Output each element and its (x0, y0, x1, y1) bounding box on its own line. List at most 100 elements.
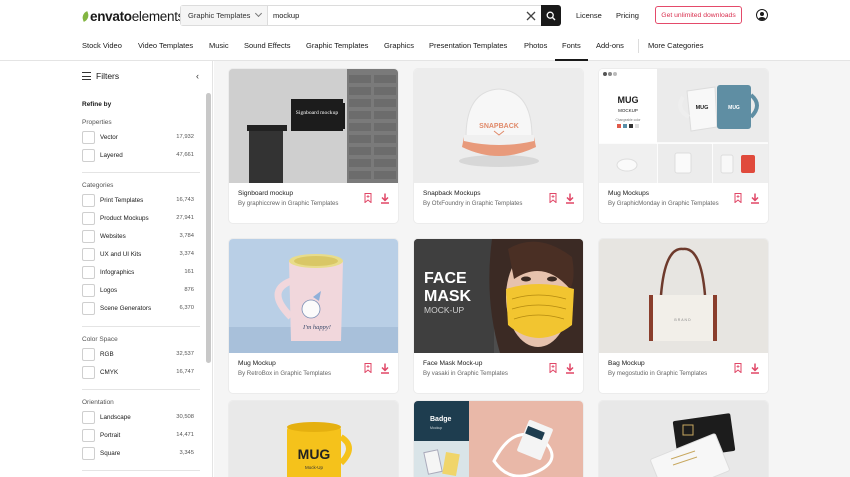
filter-option-print-templates[interactable]: Print Templates 16,743 (82, 194, 194, 207)
card-thumbnail[interactable] (599, 401, 768, 477)
card-title[interactable]: Mug Mockup (238, 360, 276, 367)
pricing-link[interactable]: Pricing (616, 11, 639, 20)
nav-graphics[interactable]: Graphics (384, 41, 414, 50)
filter-option-portrait[interactable]: Portrait 14,471 (82, 429, 194, 442)
filter-option-vector[interactable]: Vector 17,932 (82, 131, 194, 144)
search-input[interactable] (268, 6, 521, 25)
card-title[interactable]: Snapback Mockups (423, 190, 481, 197)
card-thumbnail[interactable]: Badge Mockup (414, 401, 583, 477)
checkbox[interactable] (82, 212, 95, 225)
card-byline[interactable]: By vasaki in Graphic Templates (423, 370, 538, 379)
download-icon[interactable] (750, 193, 760, 204)
checkbox[interactable] (82, 429, 95, 442)
nav-video-templates[interactable]: Video Templates (138, 41, 193, 50)
bookmark-icon[interactable] (364, 363, 372, 373)
license-link[interactable]: License (576, 11, 602, 20)
nav-more-categories[interactable]: More Categories (648, 41, 703, 50)
result-card[interactable]: I'm happy! Mug Mockup By RetroBox in Gra… (229, 239, 398, 393)
card-title[interactable]: Mug Mockups (608, 190, 649, 197)
card-thumbnail[interactable]: BRAND (599, 239, 768, 353)
search-button[interactable] (541, 5, 561, 26)
filter-option-landscape[interactable]: Landscape 30,508 (82, 411, 194, 424)
result-card[interactable]: Signboard mockup Signboard mockup By gra… (229, 69, 398, 223)
card-title[interactable]: Face Mask Mock-up (423, 360, 482, 367)
checkbox[interactable] (82, 149, 95, 162)
filter-option-websites[interactable]: Websites 3,784 (82, 230, 194, 243)
checkbox[interactable] (82, 248, 95, 261)
bookmark-icon[interactable] (734, 193, 742, 203)
checkbox[interactable] (82, 411, 95, 424)
card-byline[interactable]: By GraphicMonday in Graphic Templates (608, 200, 723, 209)
card-thumbnail[interactable]: FACE MASK MOCK-UP (414, 239, 583, 353)
sidebar-scrollbar[interactable] (206, 93, 211, 363)
checkbox[interactable] (82, 131, 95, 144)
nav-photos[interactable]: Photos (524, 41, 547, 50)
nav-fonts[interactable]: Fonts (562, 41, 581, 50)
result-card[interactable]: FACE MASK MOCK-UP Face Mask Mock-up By v… (414, 239, 583, 393)
result-card[interactable] (599, 401, 768, 477)
card-thumbnail[interactable]: SNAPBACK (414, 69, 583, 183)
checkbox[interactable] (82, 266, 95, 279)
thumb-text: MUG (298, 446, 331, 462)
filter-option-layered[interactable]: Layered 47,661 (82, 149, 194, 162)
result-card[interactable]: MUG Mock-Up (229, 401, 398, 477)
checkbox[interactable] (82, 230, 95, 243)
filter-count: 27,941 (176, 215, 194, 221)
card-byline[interactable]: By megostudio in Graphic Templates (608, 370, 723, 379)
filter-option-scene-generators[interactable]: Scene Generators 6,370 (82, 302, 194, 315)
card-byline[interactable]: By graphiccrew in Graphic Templates (238, 200, 353, 209)
download-icon[interactable] (750, 363, 760, 374)
bookmark-icon[interactable] (549, 363, 557, 373)
filter-option-product-mockups[interactable]: Product Mockups 27,941 (82, 212, 194, 225)
card-thumbnail[interactable]: MUG MOCKUP Changeable color MUG MUG (599, 69, 768, 183)
section-title-color-space: Color Space (82, 336, 118, 343)
bookmark-icon[interactable] (364, 193, 372, 203)
filter-option-rgb[interactable]: RGB 32,537 (82, 348, 194, 361)
get-unlimited-downloads-button[interactable]: Get unlimited downloads (655, 6, 742, 24)
collapse-filters-icon[interactable]: ‹ (196, 71, 199, 81)
download-icon[interactable] (380, 193, 390, 204)
nav-sound-effects[interactable]: Sound Effects (244, 41, 291, 50)
nav-stock-video[interactable]: Stock Video (82, 41, 122, 50)
checkbox[interactable] (82, 447, 95, 460)
search-category-select[interactable]: Graphic Templates (181, 6, 268, 25)
card-title[interactable]: Signboard mockup (238, 190, 293, 197)
filter-option-ux-ui-kits[interactable]: UX and UI Kits 3,374 (82, 248, 194, 261)
filter-option-logos[interactable]: Logos 876 (82, 284, 194, 297)
svg-text:MUG: MUG (728, 105, 740, 111)
nav-graphic-templates[interactable]: Graphic Templates (306, 41, 368, 50)
user-account-icon[interactable] (756, 9, 768, 21)
download-icon[interactable] (380, 363, 390, 374)
section-divider (82, 172, 200, 173)
card-title[interactable]: Bag Mockup (608, 360, 645, 367)
nav-add-ons[interactable]: Add-ons (596, 41, 624, 50)
download-icon[interactable] (565, 193, 575, 204)
checkbox[interactable] (82, 284, 95, 297)
card-byline[interactable]: By RetroBox in Graphic Templates (238, 370, 353, 379)
card-thumbnail[interactable]: MUG Mock-Up (229, 401, 398, 477)
result-card[interactable]: SNAPBACK Snapback Mockups By OfxFoundry … (414, 69, 583, 223)
checkbox[interactable] (82, 194, 95, 207)
scrollbar-thumb[interactable] (206, 93, 211, 363)
filter-option-cmyk[interactable]: CMYK 16,747 (82, 366, 194, 379)
card-thumbnail[interactable]: Signboard mockup (229, 69, 398, 183)
nav-music[interactable]: Music (209, 41, 229, 50)
bookmark-icon[interactable] (734, 363, 742, 373)
card-byline[interactable]: By OfxFoundry in Graphic Templates (423, 200, 538, 209)
nav-presentation-templates[interactable]: Presentation Templates (429, 41, 507, 50)
envato-logo[interactable]: envato elements (80, 8, 184, 24)
clear-search-icon[interactable] (521, 6, 541, 25)
filter-option-infographics[interactable]: Infographics 161 (82, 266, 194, 279)
download-icon[interactable] (565, 363, 575, 374)
card-thumbnail[interactable]: I'm happy! (229, 239, 398, 353)
checkbox[interactable] (82, 366, 95, 379)
checkbox[interactable] (82, 302, 95, 315)
thumb-text: FACE (424, 270, 467, 287)
result-card[interactable]: Badge Mockup (414, 401, 583, 477)
filter-label: Infographics (100, 269, 135, 276)
checkbox[interactable] (82, 348, 95, 361)
result-card[interactable]: MUG MOCKUP Changeable color MUG MUG Mug … (599, 69, 768, 223)
bookmark-icon[interactable] (549, 193, 557, 203)
result-card[interactable]: BRAND Bag Mockup By megostudio in Graphi… (599, 239, 768, 393)
filter-option-square[interactable]: Square 3,345 (82, 447, 194, 460)
